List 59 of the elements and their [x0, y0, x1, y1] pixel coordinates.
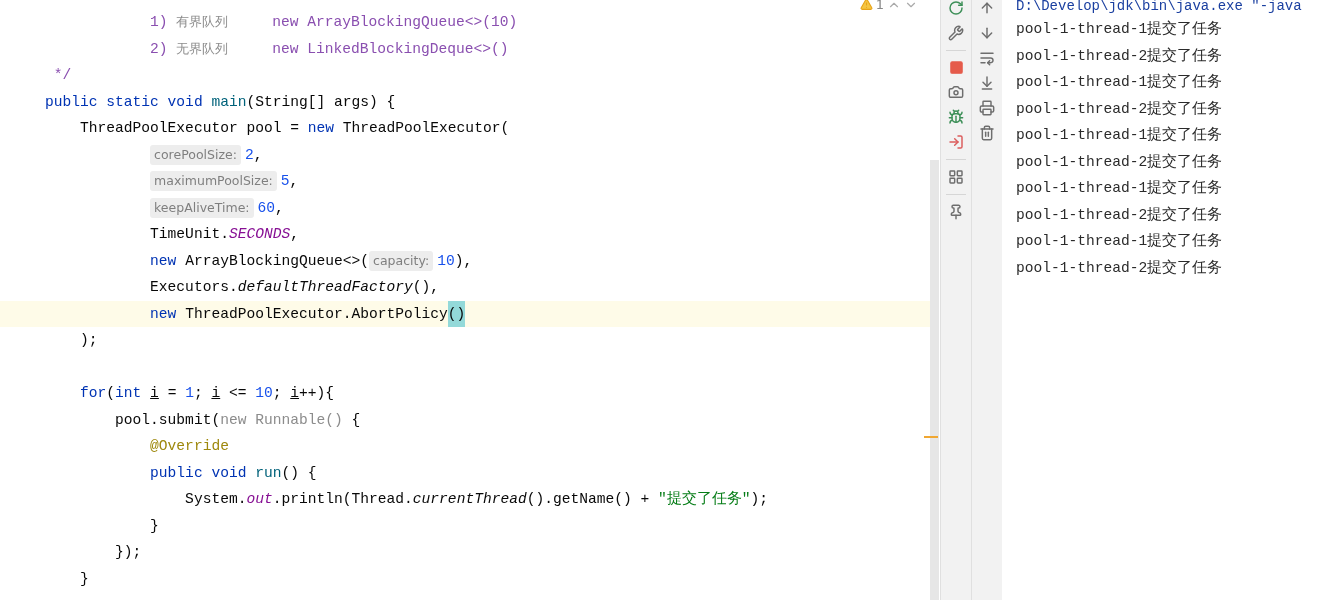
code-line: );: [79, 331, 99, 350]
code-text: ArrayBlockingQueue<>(: [185, 251, 370, 271]
pin-icon[interactable]: [948, 204, 964, 220]
wrench-icon[interactable]: [948, 25, 964, 41]
bug-icon[interactable]: [948, 109, 964, 125]
warning-count[interactable]: 1: [875, 0, 884, 12]
code-text: ,: [289, 172, 299, 191]
wrap-icon[interactable]: [979, 50, 995, 66]
code-line: });: [114, 543, 143, 562]
console-line: pool-1-thread-2提交了任务: [1016, 258, 1224, 278]
layout-icon[interactable]: [948, 169, 964, 185]
code-text: ,: [253, 145, 263, 165]
console-line: pool-1-thread-1提交了任务: [1016, 19, 1224, 39]
code-line: TimeUnit.SECONDS,: [149, 225, 300, 244]
trash-icon[interactable]: [979, 125, 995, 141]
printer-icon[interactable]: [979, 100, 995, 116]
console-line: pool-1-thread-1提交了任务: [1016, 231, 1224, 251]
scrollbar-thumb[interactable]: [930, 160, 939, 600]
stop-icon[interactable]: [948, 60, 964, 75]
code-line: for(int i = 1; i <= 10; i++){: [79, 384, 336, 403]
warning-icon[interactable]: [859, 0, 873, 11]
console-line: pool-1-thread-2提交了任务: [1016, 99, 1224, 119]
code-line: 1) 有界队列 new ArrayBlockingQueue<>(10): [149, 13, 519, 32]
up-arrow-icon[interactable]: [979, 0, 995, 16]
code-line: 2) 无界队列 new LinkedBlockingDeque<>(): [149, 39, 510, 59]
console-command: D:\Develop\jdk\bin\java.exe "-java: [1016, 0, 1303, 16]
code-line: Executors.defaultThreadFactory(),: [149, 278, 441, 297]
console-line: pool-1-thread-2提交了任务: [1016, 205, 1224, 225]
code-line: pool.submit(new Runnable() {: [114, 410, 362, 430]
code-text: 10: [437, 251, 455, 271]
exit-icon[interactable]: [948, 134, 964, 150]
console-line: pool-1-thread-2提交了任务: [1016, 46, 1224, 66]
rerun-icon[interactable]: [948, 0, 964, 16]
code-text: 2: [244, 145, 254, 165]
code-text: new: [149, 251, 178, 271]
down-arrow-icon[interactable]: [979, 25, 995, 41]
code-line: public static void main(String[] args) {: [44, 92, 397, 112]
code-text: 60: [257, 198, 276, 218]
code-text: 5: [280, 172, 290, 191]
code-line: System.out.println(Thread.currentThread().getName() + "提交了任务");: [184, 489, 770, 509]
code-line: */: [52, 66, 73, 85]
parameter-hint: corePoolSize:: [150, 144, 241, 165]
code-line: @Override: [149, 437, 230, 456]
camera-icon[interactable]: [948, 84, 964, 100]
console-line: pool-1-thread-1提交了任务: [1016, 178, 1224, 198]
console-line: pool-1-thread-2提交了任务: [1016, 152, 1224, 172]
parameter-hint: maximumPoolSize:: [150, 171, 277, 192]
console-line: pool-1-thread-1提交了任务: [1016, 125, 1224, 145]
code-line: public void run() {: [149, 463, 318, 483]
code-line: }: [79, 569, 90, 589]
parameter-hint: capacity:: [369, 250, 434, 271]
code-line: }: [149, 516, 160, 536]
code-text: ),: [454, 251, 473, 271]
scroll-to-end-icon[interactable]: [979, 75, 995, 91]
console-line: pool-1-thread-1提交了任务: [1016, 72, 1224, 92]
code-text: ,: [275, 198, 284, 218]
warning-marker[interactable]: [924, 436, 938, 438]
parameter-hint: keepAliveTime:: [150, 197, 254, 218]
code-line: ThreadPoolExecutor pool = new ThreadPoolExecutor(: [79, 119, 511, 138]
